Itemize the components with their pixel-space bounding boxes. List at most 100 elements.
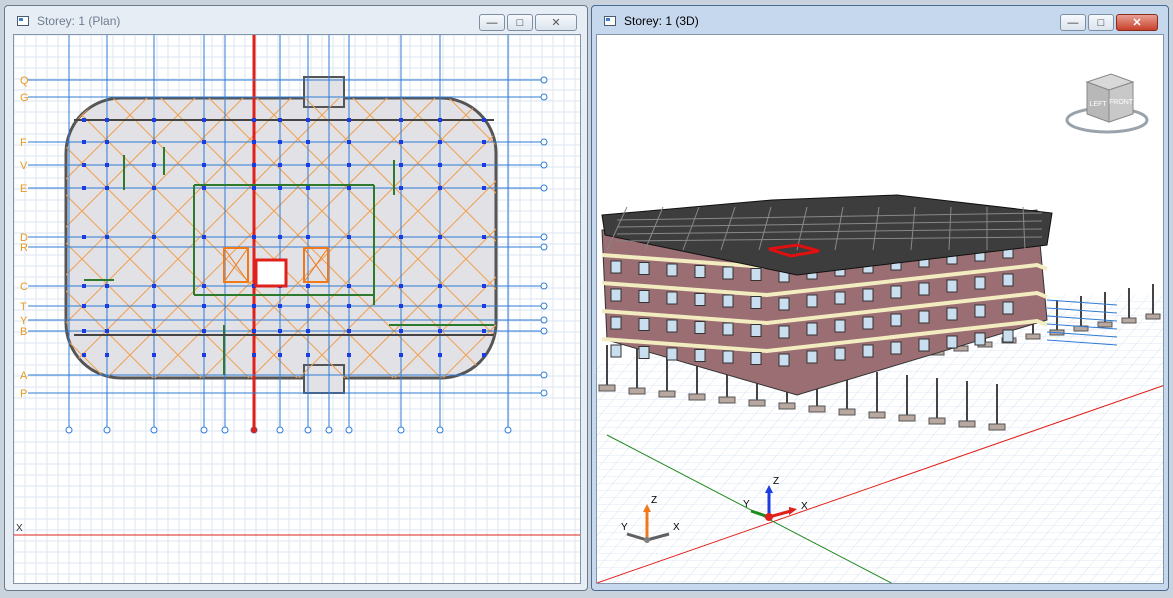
close-button[interactable]: ✕ <box>535 14 577 31</box>
3d-window[interactable]: Storey: 1 (3D) — □ ✕ LEFT FRONT Z Y X Z … <box>591 5 1169 591</box>
column <box>306 140 310 144</box>
column <box>482 186 486 190</box>
window <box>1002 301 1014 315</box>
maximize-button[interactable]: □ <box>507 14 533 31</box>
close-button[interactable]: ✕ <box>1116 14 1158 31</box>
column <box>278 140 282 144</box>
3d-viewport[interactable]: LEFT FRONT Z Y X Z Y X <box>596 34 1164 584</box>
column <box>438 235 442 239</box>
column <box>82 235 86 239</box>
column <box>202 118 206 122</box>
column <box>399 140 403 144</box>
grid-bubble <box>540 233 548 241</box>
column <box>82 353 86 357</box>
column <box>306 304 310 308</box>
plan-window[interactable]: Storey: 1 (Plan) — □ ✕ QGFVEDRCTYBAPX <box>4 5 588 591</box>
column <box>438 163 442 167</box>
window <box>722 294 734 308</box>
grid-bubble <box>540 327 548 335</box>
grid-label: P <box>20 388 27 400</box>
triad-origin-y: Y <box>743 499 750 510</box>
window <box>610 316 622 330</box>
grid-bubble <box>150 426 158 434</box>
window <box>890 313 902 327</box>
grid-label: Q <box>20 75 29 87</box>
column <box>82 284 86 288</box>
column <box>202 284 206 288</box>
column <box>105 329 109 333</box>
pier-footing <box>898 414 916 422</box>
column <box>482 304 486 308</box>
grid-label: G <box>20 92 29 104</box>
window-app-icon <box>604 16 616 26</box>
maximize-button[interactable]: □ <box>1088 14 1114 31</box>
minimize-button[interactable]: — <box>479 14 505 31</box>
column <box>438 284 442 288</box>
grid-bubble <box>397 426 405 434</box>
column <box>152 235 156 239</box>
triad-small-z: Z <box>651 495 657 506</box>
window <box>638 346 650 359</box>
plan-viewport[interactable]: QGFVEDRCTYBAPX <box>13 34 581 584</box>
close-icon: ✕ <box>1132 17 1142 29</box>
column <box>252 304 256 308</box>
window <box>778 325 790 339</box>
pier-footing <box>748 399 766 407</box>
selected-opening <box>254 258 288 288</box>
grid-bubble <box>540 302 548 310</box>
window <box>834 291 846 305</box>
pier-footing <box>1121 317 1137 324</box>
grid-bubble <box>540 389 548 397</box>
pier-footing <box>1145 313 1161 320</box>
minimize-button[interactable]: — <box>1060 14 1086 31</box>
grid-label: R <box>20 242 28 254</box>
maximize-icon: □ <box>516 16 524 29</box>
window <box>722 322 734 336</box>
window <box>750 352 762 365</box>
column <box>438 118 442 122</box>
window <box>694 349 706 362</box>
plan-window-titlebar[interactable]: Storey: 1 (Plan) — □ ✕ <box>5 6 587 36</box>
window <box>974 304 986 318</box>
column <box>105 140 109 144</box>
column <box>347 329 351 333</box>
pier-footing <box>778 402 796 410</box>
window <box>694 265 706 278</box>
window <box>946 307 958 321</box>
window <box>806 350 818 364</box>
window <box>666 347 678 361</box>
column <box>105 304 109 308</box>
column <box>202 186 206 190</box>
grid-label: V <box>20 160 28 172</box>
column <box>306 118 310 122</box>
plan-drawing[interactable]: QGFVEDRCTYBAPX <box>14 35 580 584</box>
window <box>750 324 762 337</box>
column <box>278 353 282 357</box>
3d-drawing[interactable]: LEFT FRONT Z Y X Z Y X <box>597 35 1164 584</box>
column <box>252 163 256 167</box>
plan-x-axis-label: X <box>16 523 23 534</box>
column <box>278 118 282 122</box>
column <box>202 235 206 239</box>
column <box>252 235 256 239</box>
window <box>722 350 734 364</box>
column <box>278 186 282 190</box>
column <box>152 329 156 333</box>
pier-footing <box>868 411 886 419</box>
grid-bubble <box>540 184 548 192</box>
window <box>750 268 762 281</box>
window <box>778 297 790 311</box>
grid-bubble <box>345 426 353 434</box>
grid-bubble <box>540 316 548 324</box>
triad-origin-x: X <box>801 501 808 512</box>
grid-label: A <box>20 370 28 382</box>
column <box>482 329 486 333</box>
pier-footing <box>598 384 616 392</box>
column <box>152 118 156 122</box>
triad-small-x: X <box>673 522 680 533</box>
window <box>890 285 902 299</box>
3d-window-titlebar[interactable]: Storey: 1 (3D) — □ ✕ <box>592 6 1168 36</box>
column <box>252 186 256 190</box>
grid-label: B <box>20 326 27 338</box>
grid-bubble <box>276 426 284 434</box>
